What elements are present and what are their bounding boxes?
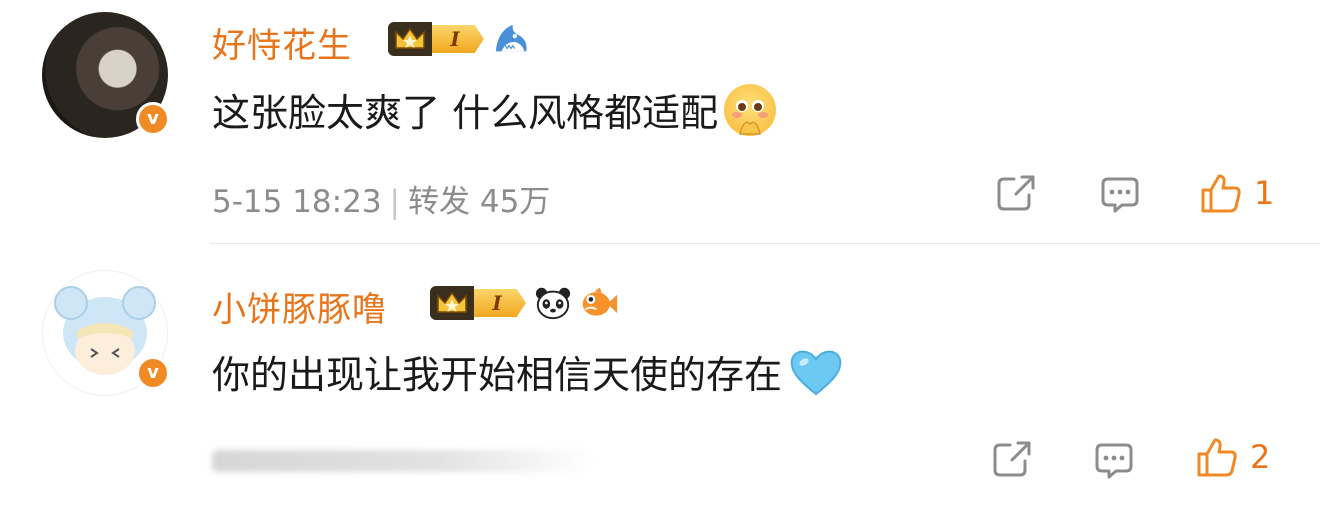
share-button[interactable]: [992, 440, 1032, 478]
comment-meta: 5-15 18:23 | 转发 45万: [212, 176, 550, 221]
share-button[interactable]: [996, 174, 1036, 212]
pleading-face-emoji: [724, 83, 777, 136]
avatar[interactable]: v: [42, 12, 170, 138]
thumbs-up-icon: [1197, 438, 1237, 477]
comment-text: 这张脸太爽了 什么风格都适配: [212, 82, 777, 137]
verified-badge: v: [136, 356, 170, 390]
share-icon: [997, 175, 1035, 211]
avatar[interactable]: v: [42, 270, 170, 396]
thumbs-up-icon: [1201, 174, 1241, 213]
like-button[interactable]: 2: [1196, 436, 1270, 478]
repost-count: 45万: [479, 184, 551, 220]
comment-text-content: 你的出现让我开始相信天使的存在: [212, 353, 783, 397]
like-count: 2: [1250, 438, 1271, 476]
vip-level: I: [474, 289, 526, 317]
redacted-meta: [212, 450, 592, 472]
panda-icon[interactable]: [534, 284, 572, 322]
comment-text-content: 这张脸太爽了 什么风格都适配: [212, 91, 719, 135]
username[interactable]: 小饼豚豚噜: [212, 282, 387, 331]
vip-crown-badge[interactable]: I: [388, 20, 484, 58]
share-icon: [993, 441, 1031, 477]
fish-icon[interactable]: [580, 284, 618, 322]
comment-date: 5-15 18:23: [212, 184, 382, 220]
crown-icon: [430, 286, 474, 320]
user-badges: I: [430, 284, 618, 322]
comment-button[interactable]: [1094, 442, 1134, 480]
user-badges: I: [388, 20, 530, 58]
username[interactable]: 好恃花生: [212, 18, 352, 67]
shark-icon[interactable]: [492, 20, 530, 58]
blue-heart-emoji: [788, 346, 844, 398]
vip-level: I: [432, 25, 484, 53]
repost-label[interactable]: 转发: [408, 184, 470, 220]
comment-item: v 好恃花生 I 这张脸太爽了 什么风格都适配 5-15 18:23 | 转发 …: [0, 0, 1320, 244]
comment-text: 你的出现让我开始相信天使的存在: [212, 344, 844, 399]
vip-crown-badge[interactable]: I: [430, 284, 526, 322]
comment-button[interactable]: [1100, 176, 1140, 214]
verified-badge: v: [136, 102, 170, 136]
meta-separator: |: [389, 184, 400, 220]
comment-item: v 小饼豚豚噜 I 你的出现让我开始相信天使的存在 2: [0, 244, 1320, 508]
comment-icon: [1095, 443, 1133, 479]
comment-icon: [1101, 177, 1139, 213]
like-count: 1: [1254, 174, 1275, 212]
like-button[interactable]: 1: [1200, 172, 1274, 214]
crown-icon: [388, 22, 432, 56]
